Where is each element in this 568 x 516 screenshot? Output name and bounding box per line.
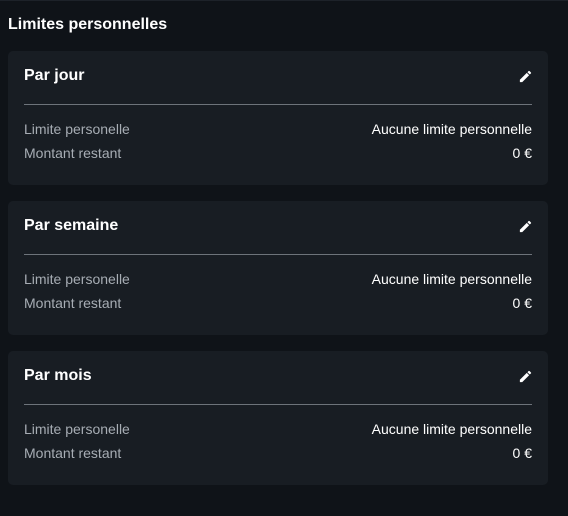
pencil-icon bbox=[519, 370, 531, 382]
row-value: 0 € bbox=[512, 295, 532, 311]
card-divider bbox=[24, 104, 532, 105]
row-value: Aucune limite personnelle bbox=[371, 421, 532, 437]
row-label: Montant restant bbox=[24, 445, 122, 461]
row-label: Limite personelle bbox=[24, 121, 130, 137]
edit-daily-limit-button[interactable] bbox=[516, 67, 534, 85]
edit-weekly-limit-button[interactable] bbox=[516, 217, 534, 235]
row-value: 0 € bbox=[512, 145, 532, 161]
top-divider bbox=[0, 0, 568, 1]
remaining-row: Montant restant 0 € bbox=[24, 143, 532, 163]
remaining-row: Montant restant 0 € bbox=[24, 443, 532, 463]
row-label: Limite personelle bbox=[24, 421, 130, 437]
row-value: Aucune limite personnelle bbox=[371, 121, 532, 137]
section-title: Limites personnelles bbox=[8, 16, 168, 33]
pencil-icon bbox=[519, 220, 531, 232]
card-title: Par jour bbox=[24, 67, 85, 84]
card-divider bbox=[24, 254, 532, 255]
card-title: Par semaine bbox=[24, 217, 119, 234]
limit-row: Limite personelle Aucune limite personne… bbox=[24, 419, 532, 439]
row-value: Aucune limite personnelle bbox=[371, 271, 532, 287]
limit-row: Limite personelle Aucune limite personne… bbox=[24, 269, 532, 289]
card-title: Par mois bbox=[24, 367, 92, 384]
remaining-row: Montant restant 0 € bbox=[24, 293, 532, 313]
pencil-icon bbox=[519, 70, 531, 82]
card-divider bbox=[24, 404, 532, 405]
row-label: Montant restant bbox=[24, 145, 122, 161]
row-label: Montant restant bbox=[24, 295, 122, 311]
limit-card-daily: Par jour Limite personelle Aucune limite… bbox=[8, 51, 548, 185]
limit-card-weekly: Par semaine Limite personelle Aucune lim… bbox=[8, 201, 548, 335]
row-label: Limite personelle bbox=[24, 271, 130, 287]
row-value: 0 € bbox=[512, 445, 532, 461]
limit-card-monthly: Par mois Limite personelle Aucune limite… bbox=[8, 351, 548, 485]
edit-monthly-limit-button[interactable] bbox=[516, 367, 534, 385]
limit-row: Limite personelle Aucune limite personne… bbox=[24, 119, 532, 139]
